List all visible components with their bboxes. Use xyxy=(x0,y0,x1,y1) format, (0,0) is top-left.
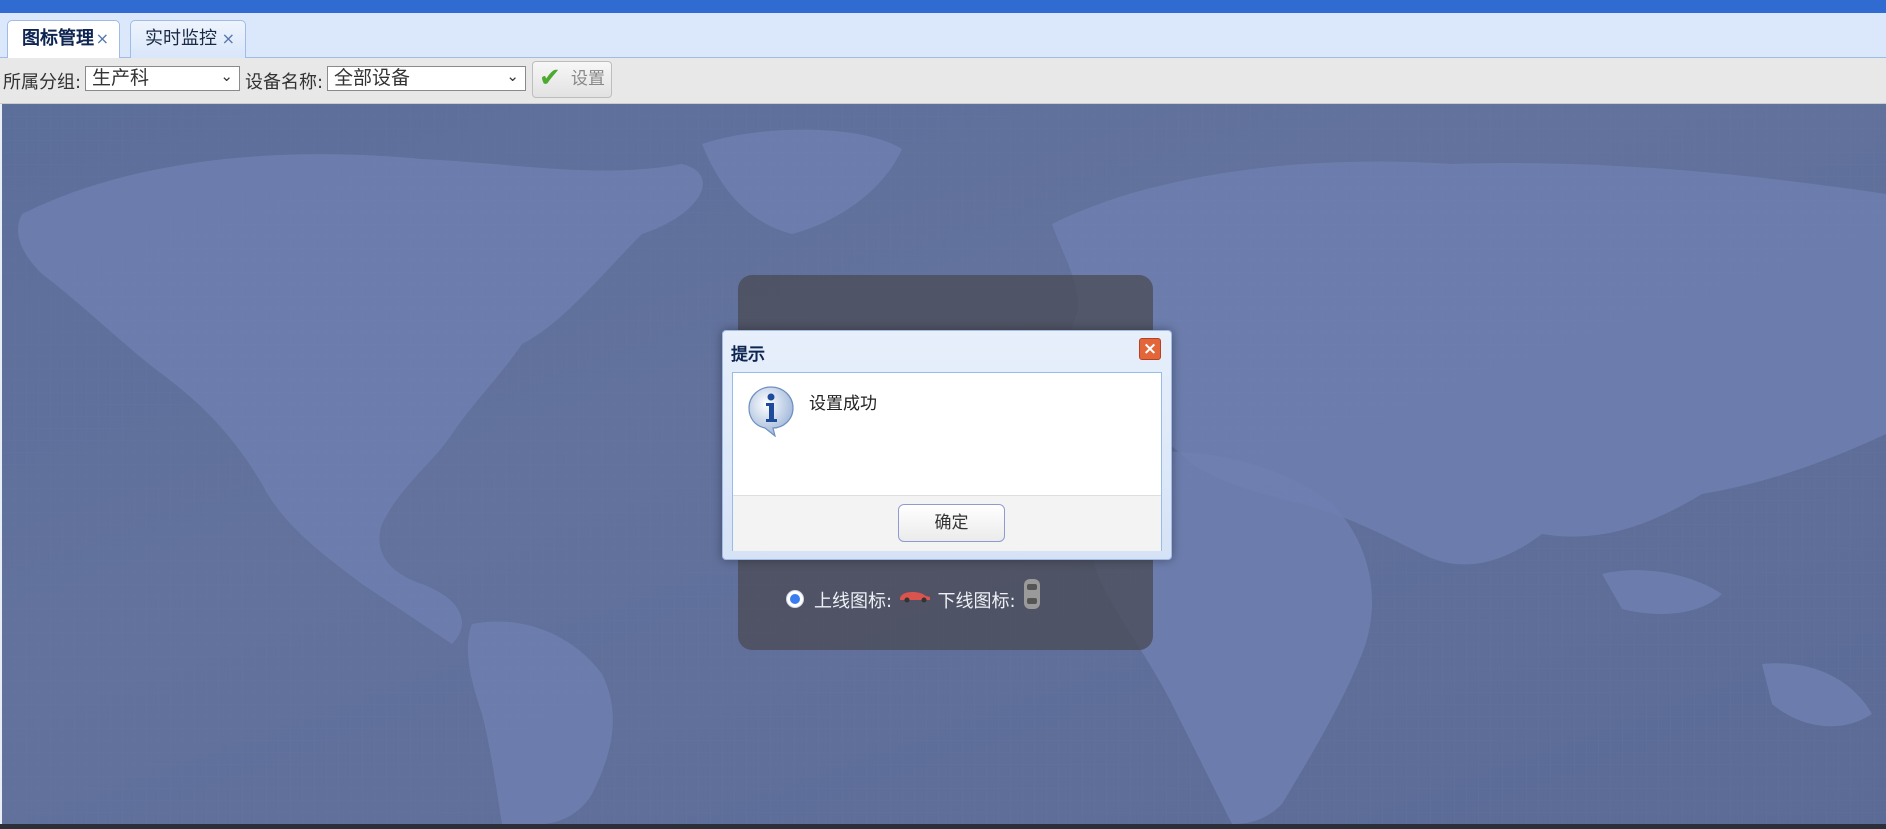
set-button[interactable]: ✔ 设置 xyxy=(532,61,612,98)
tab-label: 图标管理 xyxy=(22,28,94,49)
prompt-dialog: 提示 × 设置成功 确定 xyxy=(722,330,1172,560)
dialog-footer: 确定 xyxy=(733,495,1161,551)
online-icon-label: 上线图标: xyxy=(814,591,893,612)
tab-realtime-monitor[interactable]: 实时监控 × xyxy=(130,20,246,58)
group-select-value: 生产科 xyxy=(92,67,150,89)
chevron-down-icon: ⌄ xyxy=(506,67,519,85)
dialog-title: 提示 xyxy=(731,345,765,365)
device-select[interactable]: 全部设备 ⌄ xyxy=(327,66,526,91)
tab-icon-management[interactable]: 图标管理 × xyxy=(7,20,120,59)
tab-bar: 图标管理 × 实时监控 × xyxy=(0,13,1886,59)
tab-close-icon[interactable]: × xyxy=(96,21,109,57)
car-online-icon xyxy=(899,592,930,603)
ok-button[interactable]: 确定 xyxy=(898,504,1005,542)
group-label: 所属分组: xyxy=(3,72,82,93)
set-button-label: 设置 xyxy=(571,69,605,89)
top-bar xyxy=(0,0,1886,13)
chevron-down-icon: ⌄ xyxy=(220,67,233,85)
bottom-border xyxy=(0,824,1886,829)
tab-close-icon[interactable]: × xyxy=(222,21,235,57)
icon-option-radio[interactable] xyxy=(786,590,804,608)
icon-option-row: 上线图标: 下线图标: xyxy=(786,577,1043,613)
dialog-message: 设置成功 xyxy=(809,394,877,414)
group-select[interactable]: 生产科 ⌄ xyxy=(85,66,240,91)
car-offline-icon xyxy=(1024,579,1041,609)
device-select-value: 全部设备 xyxy=(334,67,411,89)
close-icon[interactable]: × xyxy=(1139,338,1161,360)
info-icon xyxy=(748,386,794,437)
check-icon: ✔ xyxy=(539,63,561,93)
dialog-body: 设置成功 确定 xyxy=(732,372,1162,551)
toolbar: 所属分组: 生产科 ⌄ 设备名称: 全部设备 ⌄ ✔ 设置 xyxy=(0,58,1886,104)
offline-icon-label: 下线图标: xyxy=(937,591,1016,612)
device-label: 设备名称: xyxy=(245,72,324,93)
tab-label: 实时监控 xyxy=(145,28,217,49)
